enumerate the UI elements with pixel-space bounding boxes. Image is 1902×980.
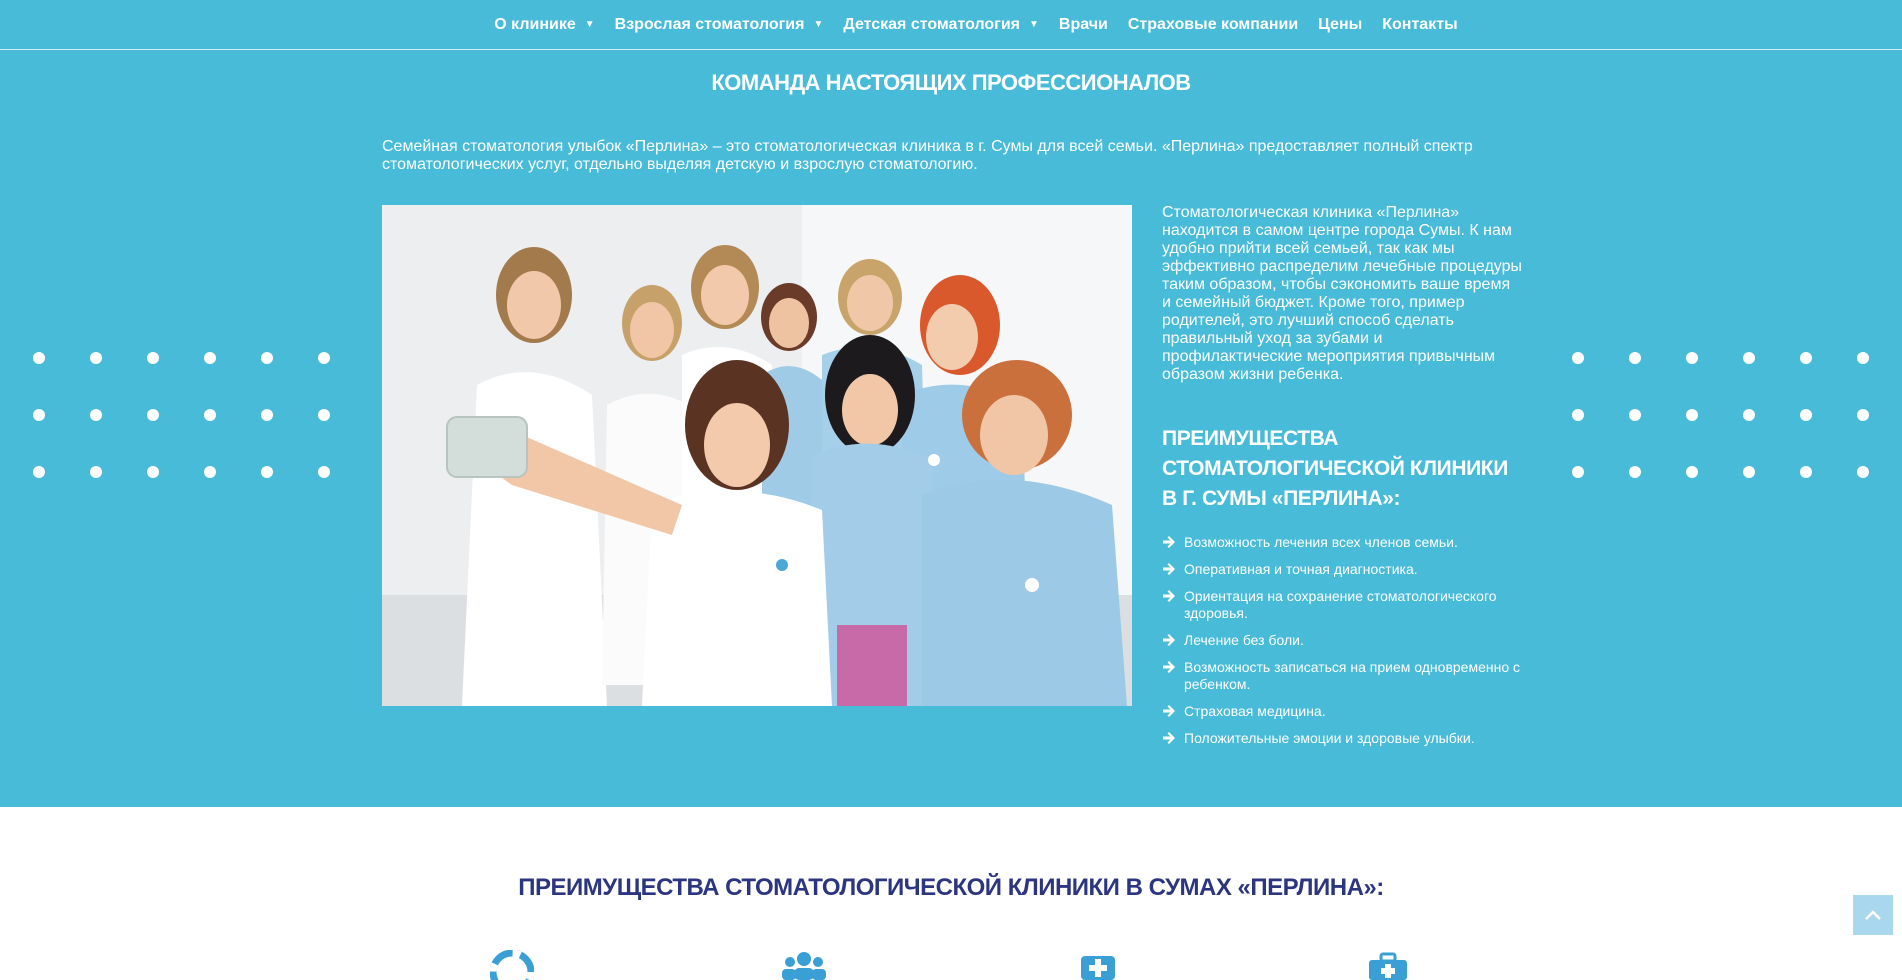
decorative-dot bbox=[1686, 466, 1698, 478]
decorative-dot bbox=[1800, 352, 1812, 364]
decorative-dot bbox=[318, 352, 330, 364]
decorative-dot bbox=[147, 466, 159, 478]
group-icon bbox=[782, 952, 826, 980]
benefit-text: Страховая медицина. bbox=[1184, 703, 1326, 719]
medical-cross-icon bbox=[1081, 956, 1115, 980]
decorative-dot bbox=[1572, 352, 1584, 364]
nav-item-label: О клинике bbox=[494, 15, 576, 33]
caret-down-icon: ▼ bbox=[1029, 19, 1039, 30]
decorative-dot bbox=[261, 352, 273, 364]
decorative-dot bbox=[1857, 352, 1869, 364]
decorative-dot bbox=[1686, 352, 1698, 364]
nav-item-label: Цены bbox=[1318, 15, 1363, 33]
benefit-text: Оперативная и точная диагностика. bbox=[1184, 561, 1418, 577]
clinic-info-column: Стоматологическая клиника «Перлина» нахо… bbox=[1162, 204, 1522, 757]
arrow-right-icon bbox=[1163, 590, 1175, 602]
list-item: Ориентация на сохранение стоматологическ… bbox=[1162, 588, 1522, 622]
decorative-dot bbox=[318, 409, 330, 421]
decorative-dot bbox=[1857, 409, 1869, 421]
decorative-dot bbox=[90, 466, 102, 478]
decorative-dot bbox=[33, 466, 45, 478]
main-navigation: О клинике ▼ Взрослая стоматология ▼ Детс… bbox=[0, 0, 1902, 50]
clinic-description: Стоматологическая клиника «Перлина» нахо… bbox=[1162, 204, 1522, 383]
decorative-dot bbox=[204, 352, 216, 364]
list-item: Возможность записаться на прием одноврем… bbox=[1162, 659, 1522, 693]
benefit-text: Ориентация на сохранение стоматологическ… bbox=[1184, 588, 1497, 621]
arrow-right-icon bbox=[1163, 705, 1175, 717]
nav-item-label: Страховые компании bbox=[1127, 15, 1299, 33]
decorative-dot bbox=[1743, 352, 1755, 364]
benefit-text: Возможность лечения всех членов семьи. bbox=[1184, 534, 1458, 550]
caret-down-icon: ▼ bbox=[813, 19, 824, 30]
team-photo-illustration bbox=[382, 205, 1132, 706]
decorative-dot bbox=[318, 466, 330, 478]
nav-item-label: Детская стоматология bbox=[843, 15, 1021, 33]
nav-item-child-dentistry[interactable]: Детская стоматология ▼ bbox=[843, 16, 1039, 34]
list-item: Положительные эмоции и здоровые улыбки. bbox=[1162, 730, 1522, 747]
nav-item-insurance[interactable]: Страховые компании bbox=[1128, 16, 1298, 34]
nav-item-adult-dentistry[interactable]: Взрослая стоматология ▼ bbox=[615, 16, 824, 34]
decorative-dot bbox=[1572, 466, 1584, 478]
decorative-dot bbox=[90, 409, 102, 421]
decorative-dot bbox=[1800, 409, 1812, 421]
arrow-right-icon bbox=[1163, 563, 1175, 575]
decorative-dot bbox=[261, 409, 273, 421]
decorative-dot bbox=[1743, 466, 1755, 478]
decorative-dot bbox=[1629, 466, 1641, 478]
lifebuoy-icon bbox=[490, 950, 534, 980]
nav-menu: О клинике ▼ Взрослая стоматология ▼ Детс… bbox=[0, 0, 1902, 49]
nav-item-label: Взрослая стоматология bbox=[614, 15, 805, 33]
nav-item-about[interactable]: О клинике ▼ bbox=[494, 16, 594, 34]
decorative-dot bbox=[1800, 466, 1812, 478]
advantages-heading: ПРЕИМУЩЕСТВА СТОМАТОЛОГИЧЕСКОЙ КЛИНИКИ В… bbox=[1162, 427, 1508, 510]
caret-down-icon: ▼ bbox=[584, 19, 595, 30]
team-photo bbox=[382, 205, 1132, 706]
decorative-dot bbox=[1686, 409, 1698, 421]
decorative-dot bbox=[1629, 409, 1641, 421]
decorative-dot bbox=[1572, 409, 1584, 421]
benefits-list: Возможность лечения всех членов семьи. О… bbox=[1162, 534, 1522, 747]
decorative-dot bbox=[33, 352, 45, 364]
decorative-dot bbox=[204, 466, 216, 478]
arrow-right-icon bbox=[1163, 634, 1175, 646]
arrow-right-icon bbox=[1163, 732, 1175, 744]
list-item: Страховая медицина. bbox=[1162, 703, 1522, 720]
section-title: КОМАНДА НАСТОЯЩИХ ПРОФЕССИОНАЛОВ bbox=[711, 70, 1191, 95]
section2-title: ПРЕИМУЩЕСТВА СТОМАТОЛОГИЧЕСКОЙ КЛИНИКИ В… bbox=[518, 874, 1384, 901]
decorative-dot bbox=[1857, 466, 1869, 478]
nav-item-contacts[interactable]: Контакты bbox=[1382, 16, 1457, 34]
decorative-dot bbox=[33, 409, 45, 421]
arrow-right-icon bbox=[1163, 536, 1175, 548]
benefit-text: Положительные эмоции и здоровые улыбки. bbox=[1184, 730, 1475, 746]
arrow-right-icon bbox=[1163, 661, 1175, 673]
list-item: Оперативная и точная диагностика. bbox=[1162, 561, 1522, 578]
decorative-dot bbox=[1629, 352, 1641, 364]
nav-item-doctors[interactable]: Врачи bbox=[1059, 16, 1108, 34]
decorative-dot bbox=[147, 352, 159, 364]
benefit-text: Возможность записаться на прием одноврем… bbox=[1184, 659, 1520, 692]
benefit-text: Лечение без боли. bbox=[1184, 632, 1304, 648]
list-item: Возможность лечения всех членов семьи. bbox=[1162, 534, 1522, 551]
nav-item-prices[interactable]: Цены bbox=[1318, 16, 1362, 34]
decorative-dot bbox=[1743, 409, 1755, 421]
decorative-dot bbox=[261, 466, 273, 478]
nav-item-label: Врачи bbox=[1058, 15, 1108, 33]
scroll-to-top-button[interactable] bbox=[1853, 895, 1893, 935]
intro-text: Семейная стоматология улыбок «Перлина» –… bbox=[382, 138, 1473, 173]
nav-item-label: Контакты bbox=[1382, 15, 1458, 33]
decorative-dot bbox=[147, 409, 159, 421]
decorative-dot bbox=[90, 352, 102, 364]
medkit-icon bbox=[1369, 952, 1407, 980]
decorative-dot bbox=[204, 409, 216, 421]
list-item: Лечение без боли. bbox=[1162, 632, 1522, 649]
chevron-up-icon bbox=[1865, 910, 1881, 920]
